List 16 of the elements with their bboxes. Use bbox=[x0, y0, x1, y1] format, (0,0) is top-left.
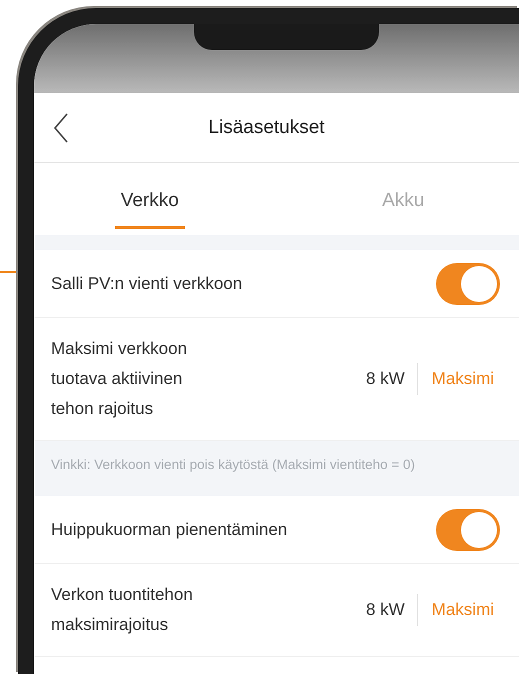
value-text: 8 kW bbox=[366, 363, 418, 395]
toggle-switch[interactable] bbox=[436, 262, 500, 304]
tab[interactable]: Akku bbox=[288, 163, 519, 235]
tip-text: Vinkki: Verkkoon vienti pois käytöstä (Maksimi vientiteho = 0) bbox=[51, 457, 416, 472]
setting-label: Huippukuorman pienentäminen bbox=[51, 519, 288, 541]
setting-label: Verkon tuontitehon maksimirajoitus bbox=[51, 584, 194, 636]
maximum-link[interactable]: Maksimi bbox=[418, 368, 500, 390]
page-title: Lisäasetukset bbox=[208, 116, 326, 138]
maximum-link[interactable]: Maksimi bbox=[418, 599, 500, 621]
accent-line bbox=[0, 271, 16, 273]
tab[interactable]: Verkko bbox=[34, 163, 288, 235]
back-icon[interactable] bbox=[53, 113, 69, 143]
toggle-switch[interactable] bbox=[436, 508, 500, 550]
setting-label: Salli PV:n vienti verkkoon bbox=[51, 273, 244, 295]
setting-label: Maksimi verkkoon tuotava aktiivinen tehon rajoitus bbox=[51, 338, 188, 420]
value-text: 8 kW bbox=[366, 594, 418, 626]
